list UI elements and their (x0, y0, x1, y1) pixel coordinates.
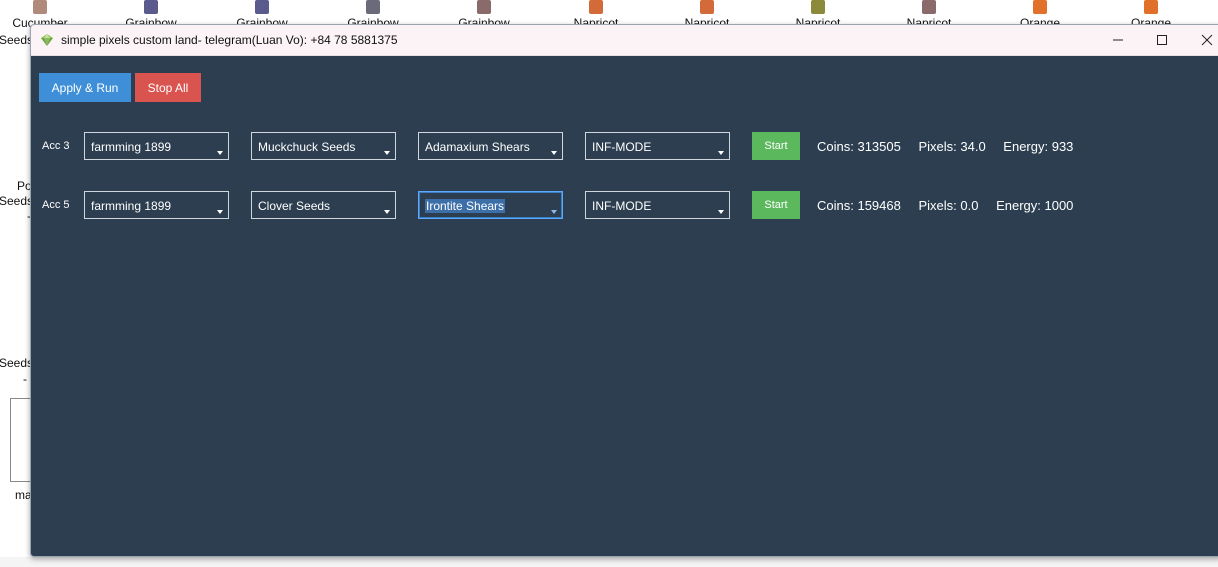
desktop-icon[interactable]: Napricot (667, 0, 747, 27)
seed-value: Clover Seeds (258, 199, 331, 213)
start-button[interactable]: Start (752, 132, 800, 160)
window-title: simple pixels custom land- telegram(Luan… (61, 33, 398, 47)
desktop-icon[interactable]: Napricot (889, 0, 969, 27)
start-button[interactable]: Start (752, 191, 800, 219)
mode-value: INF-MODE (592, 199, 652, 213)
main-panel: Apply & Run Stop All Acc 3 farmming 1899… (31, 56, 1218, 556)
file-icon (922, 0, 936, 14)
app-window: simple pixels custom land- telegram(Luan… (30, 24, 1218, 557)
desktop-icon[interactable]: Grainbow (333, 0, 413, 27)
chevron-down-icon (384, 151, 390, 155)
desktop-icon[interactable]: Cucumber (0, 0, 80, 27)
chevron-down-icon (217, 210, 223, 214)
desktop-icon[interactable]: Napricot (556, 0, 636, 27)
shears-value: Adamaxium Shears (425, 140, 530, 154)
chevron-down-icon (384, 210, 390, 214)
file-icon (255, 0, 269, 14)
seed-value: Muckchuck Seeds (258, 140, 356, 154)
account-label: Acc 3 (42, 140, 70, 152)
file-icon (366, 0, 380, 14)
stop-all-button[interactable]: Stop All (135, 73, 201, 102)
desktop-icon[interactable]: Grainbow (222, 0, 302, 27)
file-icon (1033, 0, 1047, 14)
desktop-label: - (23, 372, 27, 386)
maximize-button[interactable] (1139, 25, 1185, 55)
file-icon (144, 0, 158, 14)
maximize-icon (1157, 35, 1167, 45)
desktop-icon[interactable]: Napricot (778, 0, 858, 27)
minimize-icon (1113, 39, 1123, 41)
close-icon (1201, 34, 1213, 46)
desktop-icon[interactable]: Grainbow (111, 0, 191, 27)
desktop-left-area (0, 30, 31, 567)
desktop-icon[interactable]: Grainbow (444, 0, 524, 27)
shears-dropdown[interactable]: Irontite Shears (418, 191, 563, 219)
account-label: Acc 5 (42, 199, 70, 211)
farm-value: farmming 1899 (91, 140, 172, 154)
chevron-down-icon (718, 151, 724, 155)
mode-dropdown[interactable]: INF-MODE (585, 132, 730, 160)
pixels-value: Pixels: 0.0 (918, 198, 979, 213)
account-row: Acc 5 farmming 1899 Clover Seeds Irontit… (31, 191, 1218, 221)
chevron-down-icon (551, 210, 557, 214)
farm-dropdown[interactable]: farmming 1899 (84, 191, 229, 219)
shears-dropdown[interactable]: Adamaxium Shears (418, 132, 563, 160)
farm-value: farmming 1899 (91, 199, 172, 213)
file-icon (33, 0, 47, 14)
file-icon (700, 0, 714, 14)
close-button[interactable] (1184, 25, 1218, 55)
chevron-down-icon (217, 151, 223, 155)
account-stats: Coins: 159468 Pixels: 0.0 Energy: 1000 (817, 198, 1087, 213)
shears-value: Irontite Shears (425, 199, 506, 213)
mode-dropdown[interactable]: INF-MODE (585, 191, 730, 219)
farm-dropdown[interactable]: farmming 1899 (84, 132, 229, 160)
file-icon (1144, 0, 1158, 14)
desktop-bottom (0, 557, 1218, 567)
apply-run-button[interactable]: Apply & Run (39, 73, 131, 102)
file-icon (477, 0, 491, 14)
seed-dropdown[interactable]: Muckchuck Seeds (251, 132, 396, 160)
seed-dropdown[interactable]: Clover Seeds (251, 191, 396, 219)
minimize-button[interactable] (1095, 25, 1141, 55)
account-stats: Coins: 313505 Pixels: 34.0 Energy: 933 (817, 139, 1087, 154)
energy-value: Energy: 1000 (996, 198, 1074, 213)
file-icon (589, 0, 603, 14)
desktop-icon[interactable]: Orange (1000, 0, 1080, 27)
coins-value: Coins: 159468 (817, 198, 901, 213)
account-row: Acc 3 farmming 1899 Muckchuck Seeds Adam… (31, 132, 1218, 162)
coins-value: Coins: 313505 (817, 139, 901, 154)
chevron-down-icon (718, 210, 724, 214)
desktop-icon[interactable]: Orange (1111, 0, 1191, 27)
mode-value: INF-MODE (592, 140, 652, 154)
title-bar[interactable]: simple pixels custom land- telegram(Luan… (31, 25, 1218, 56)
gem-icon (41, 34, 53, 46)
chevron-down-icon (551, 151, 557, 155)
pixels-value: Pixels: 34.0 (918, 139, 986, 154)
file-icon (811, 0, 825, 14)
energy-value: Energy: 933 (1003, 139, 1074, 154)
